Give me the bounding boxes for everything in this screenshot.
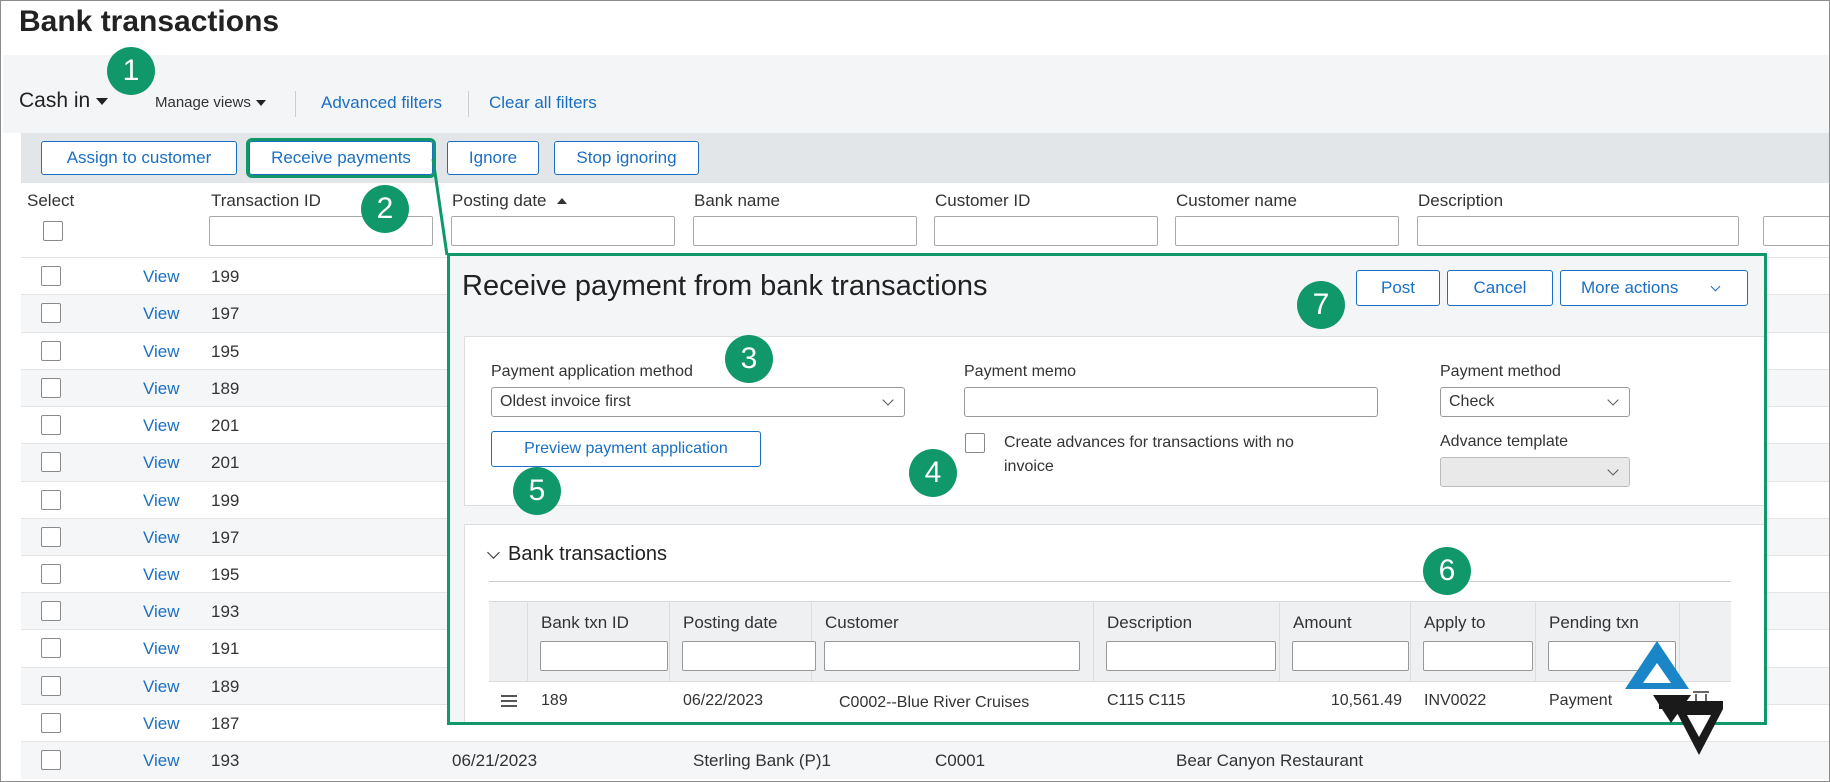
filter-customer[interactable] [824, 641, 1080, 671]
chevron-down-icon [487, 545, 500, 559]
pending-txn: Payment [1549, 692, 1613, 709]
amount: 10,561.49 [1330, 692, 1402, 709]
advance-template-label: Advance template [1440, 433, 1569, 450]
post-button[interactable]: Post [1356, 270, 1440, 306]
chevron-down-icon [1607, 464, 1619, 476]
brand-logo-icon [1625, 641, 1723, 755]
bank-transactions-grid: Bank txn ID Posting date Customer Descri… [489, 601, 1731, 722]
app-window: Bank transactions Cash in Manage views A… [0, 0, 1830, 782]
callout-badge-5: 5 [513, 467, 561, 515]
create-advances-label: Create advances for transactions with no… [1004, 431, 1294, 479]
bank-transactions-section: Bank transactions Bank txn ID Posting da… [464, 524, 1764, 722]
column-amount[interactable]: Amount [1293, 613, 1352, 633]
payment-application-method-select[interactable]: Oldest invoice first [491, 387, 905, 417]
preview-payment-application-button[interactable]: Preview payment application [491, 431, 761, 467]
filter-amount[interactable] [1292, 641, 1409, 671]
callout-badge-4: 4 [909, 449, 957, 497]
section-divider [489, 581, 1731, 582]
column-description[interactable]: Description [1107, 613, 1192, 633]
column-pending-txn[interactable]: Pending txn [1549, 613, 1639, 633]
table-row[interactable]: 189 06/22/2023 C0002--Blue River Cruises… [489, 681, 1731, 722]
cancel-button[interactable]: Cancel [1447, 270, 1553, 306]
callout-badge-3: 3 [725, 335, 773, 383]
receive-payment-dialog: Receive payment from bank transactions P… [447, 253, 1767, 725]
bank-transactions-title: Bank transactions [508, 543, 667, 565]
customer: C0002--Blue River Cruises [839, 694, 1030, 711]
chevron-down-icon [1607, 394, 1619, 406]
filter-description[interactable] [1106, 641, 1276, 671]
payment-memo-input[interactable] [964, 387, 1378, 417]
payment-application-method-value: Oldest invoice first [500, 393, 631, 410]
callout-badge-7: 7 [1297, 281, 1345, 329]
chevron-down-icon [882, 394, 894, 406]
column-posting-date[interactable]: Posting date [683, 613, 778, 633]
payment-method-select[interactable]: Check [1440, 387, 1630, 417]
payment-application-method-label: Payment application method [491, 363, 693, 380]
filter-bank-txn-id[interactable] [540, 641, 668, 671]
drag-handle-icon[interactable] [501, 695, 517, 707]
advance-template-select [1440, 457, 1630, 487]
payment-method-label: Payment method [1440, 363, 1561, 380]
description: C115 C115 [1107, 692, 1186, 709]
bank-txn-id: 189 [541, 692, 568, 709]
column-apply-to[interactable]: Apply to [1424, 613, 1485, 633]
chevron-down-icon [1710, 281, 1721, 291]
dialog-title: Receive payment from bank transactions [462, 270, 988, 302]
filter-posting-date[interactable] [682, 641, 816, 671]
posting-date: 06/22/2023 [683, 692, 764, 709]
callout-badge-1: 1 [107, 47, 155, 95]
column-bank-txn-id[interactable]: Bank txn ID [541, 613, 629, 633]
create-advances-label-line2: invoice [1004, 458, 1054, 475]
create-advances-checkbox[interactable] [965, 433, 985, 453]
create-advances-label-line1: Create advances for transactions with no [1004, 434, 1294, 451]
column-customer[interactable]: Customer [825, 613, 899, 633]
payment-memo-label: Payment memo [964, 363, 1077, 380]
callout-badge-6: 6 [1423, 547, 1471, 595]
more-actions-label: More actions [1581, 278, 1679, 297]
more-actions-button[interactable]: More actions [1560, 270, 1748, 306]
payment-method-value: Check [1449, 393, 1495, 410]
bank-transactions-toggle[interactable]: Bank transactions [487, 543, 667, 566]
callout-badge-2: 2 [361, 185, 409, 233]
filter-apply-to[interactable] [1423, 641, 1533, 671]
payment-settings-panel: Payment application method Oldest invoic… [464, 336, 1764, 506]
apply-to: INV0022 [1424, 692, 1487, 709]
